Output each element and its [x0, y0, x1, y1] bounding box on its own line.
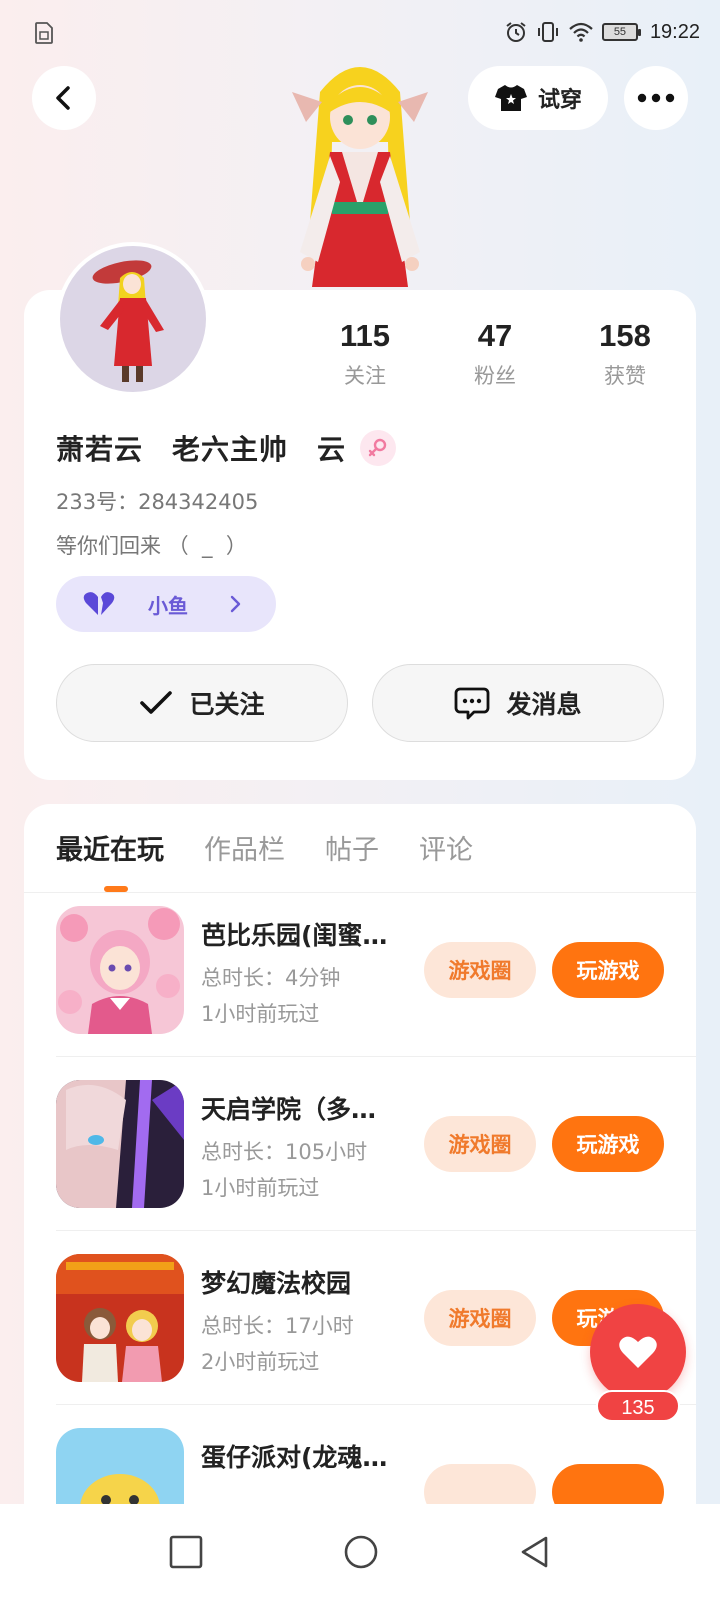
wifi-icon [569, 22, 593, 42]
stat-fans[interactable]: 47 粉丝 [430, 318, 560, 390]
chevron-left-icon [56, 86, 70, 110]
list-item[interactable]: 蛋仔派对(龙魂… [56, 1428, 696, 1504]
game-title: 天启学院（多… [201, 1095, 377, 1124]
game-icon[interactable] [56, 906, 184, 1034]
stat-likes[interactable]: 158 获赞 [560, 318, 690, 390]
game-icon[interactable] [56, 1428, 184, 1504]
list-item[interactable]: 芭比乐园(闺蜜… 总时长：4分钟 1小时前玩过 游戏圈 玩游戏 [56, 906, 696, 1066]
profile-tabs: 最近在玩 作品栏 帖子 评论 [56, 828, 473, 879]
tab-posts[interactable]: 帖子 [325, 828, 379, 879]
game-title: 芭比乐园(闺蜜… [201, 921, 388, 950]
female-gender-icon [360, 430, 397, 466]
pet-tag[interactable]: 小鱼 [56, 576, 276, 632]
follow-button[interactable]: 已关注 [56, 664, 348, 742]
play-game-button[interactable]: 玩游戏 [552, 942, 664, 998]
username: 萧若云 老六主帅 云 [56, 433, 347, 466]
chat-bubble-icon [455, 687, 490, 720]
tshirt-icon [494, 85, 527, 111]
stat-following[interactable]: 115 关注 [300, 318, 430, 390]
game-last-played: 2小时前玩过 [201, 1350, 320, 1374]
user-id: 233号：284342405 [56, 490, 259, 514]
checkmark-icon [140, 691, 173, 714]
username-row: 萧若云 老六主帅 云 [56, 428, 397, 468]
game-duration: 总时长：17小时 [201, 1314, 354, 1338]
try-on-button[interactable]: 试穿 [468, 66, 608, 130]
recent-apps-icon[interactable] [169, 1535, 203, 1569]
game-last-played: 1小时前玩过 [201, 1002, 320, 1026]
system-nav-bar [0, 1504, 720, 1600]
message-button-label: 发消息 [506, 690, 582, 719]
chevron-right-icon [230, 595, 241, 613]
tab-works[interactable]: 作品栏 [204, 828, 285, 879]
stat-fans-label: 粉丝 [474, 364, 516, 388]
game-circle-button[interactable]: 游戏圈 [424, 1290, 536, 1346]
profile-stats: 115 关注 47 粉丝 158 获赞 [300, 318, 690, 390]
tabs-divider [24, 892, 696, 893]
sim-card-icon [35, 22, 53, 44]
play-game-button[interactable]: 玩游戏 [552, 1116, 664, 1172]
play-game-button[interactable] [552, 1464, 664, 1504]
vibrate-icon [537, 22, 558, 42]
pet-tag-label: 小鱼 [148, 593, 188, 618]
game-icon[interactable] [56, 1254, 184, 1382]
user-bio: 等你们回来 （ _ ） [56, 534, 247, 558]
stat-likes-label: 获赞 [604, 364, 646, 388]
back-nav-icon[interactable] [519, 1535, 551, 1569]
like-count: 135 [596, 1390, 680, 1422]
game-circle-button[interactable]: 游戏圈 [424, 942, 536, 998]
like-button[interactable] [590, 1304, 686, 1400]
home-icon[interactable] [343, 1534, 379, 1570]
game-circle-button[interactable] [424, 1464, 536, 1504]
avatar-image [92, 260, 164, 382]
alarm-icon [506, 22, 526, 42]
stat-fans-count: 47 [477, 318, 513, 353]
more-button[interactable] [624, 66, 688, 130]
game-title: 梦幻魔法校园 [201, 1269, 352, 1298]
stat-likes-count: 158 [599, 318, 651, 353]
back-button[interactable] [32, 66, 96, 130]
more-dots-icon [637, 93, 675, 103]
stat-following-count: 115 [339, 318, 390, 353]
row-divider [56, 1056, 696, 1057]
game-last-played: 1小时前玩过 [201, 1176, 320, 1200]
tab-recently-played[interactable]: 最近在玩 [56, 828, 164, 879]
row-divider [56, 1230, 696, 1231]
game-title: 蛋仔派对(龙魂… [201, 1443, 388, 1472]
game-duration: 总时长：105小时 [201, 1140, 368, 1164]
avatar-character-illustration [292, 67, 428, 287]
avatar[interactable] [56, 242, 210, 396]
game-duration: 总时长：4分钟 [201, 966, 341, 990]
battery-icon: 55 [601, 23, 641, 41]
status-time: 19:22 [649, 20, 700, 43]
stat-following-label: 关注 [344, 364, 386, 388]
follow-button-label: 已关注 [189, 690, 265, 719]
list-item[interactable]: 天启学院（多… 总时长：105小时 1小时前玩过 游戏圈 玩游戏 [56, 1080, 696, 1240]
heart-broken-icon [83, 592, 115, 615]
try-on-label: 试穿 [537, 88, 582, 113]
message-button[interactable]: 发消息 [372, 664, 664, 742]
heart-icon [619, 1336, 657, 1368]
game-icon[interactable] [56, 1080, 184, 1208]
game-circle-button[interactable]: 游戏圈 [424, 1116, 536, 1172]
tab-comments[interactable]: 评论 [419, 828, 473, 879]
